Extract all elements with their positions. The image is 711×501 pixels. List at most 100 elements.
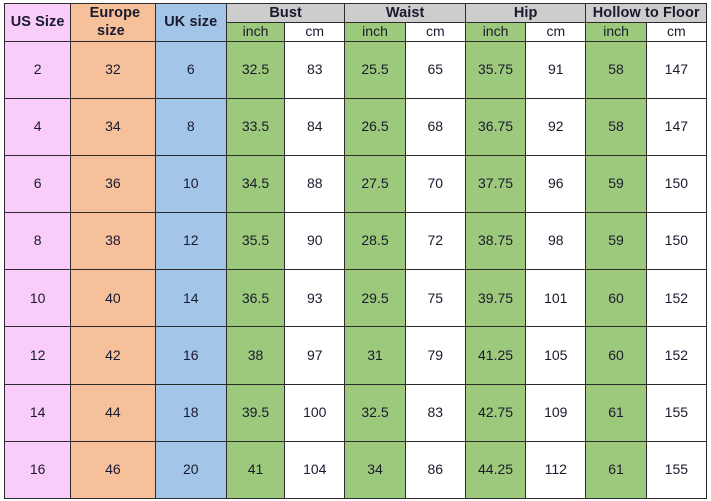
size-chart-container: US Size Europe size UK size Bust Waist H… [0,0,711,501]
column-header-hip: Hip [464,2,587,24]
cell-hollow-inch: 59 [585,154,647,214]
cell-europe-size: 40 [70,269,156,328]
header-label-uk-size: UK size [164,14,218,31]
cell-us-size: 6 [3,154,72,214]
unit-header-hollow-inch: inch [585,22,647,42]
cell-bust-cm: 88 [284,154,346,214]
cell-hip-cm: 91 [525,40,587,99]
size-chart-table: US Size Europe size UK size Bust Waist H… [3,2,708,500]
header-label-waist: Waist [385,5,425,21]
cell-us-size: 16 [3,440,72,500]
table-row: 4 34 8 33.5 84 26.5 68 36.75 92 58 147 [3,97,708,156]
cell-uk-size: 12 [154,212,227,271]
cell-hip-inch: 38.75 [464,212,527,271]
header-label-hollow-to-floor: Hollow to Floor [592,5,700,21]
unit-header-hollow-cm: cm [645,22,708,42]
cell-hip-cm: 109 [525,383,587,442]
cell-waist-cm: 86 [404,440,466,500]
column-header-hollow-to-floor: Hollow to Floor [585,2,707,24]
cell-us-size: 2 [3,40,72,99]
cell-hollow-inch: 58 [585,40,647,99]
cell-waist-inch: 29.5 [344,269,406,328]
cell-us-size: 8 [3,212,72,271]
header-label-bust: Bust [269,5,302,21]
cell-bust-inch: 39.5 [225,383,286,442]
cell-hip-cm: 105 [525,326,587,385]
cell-bust-cm: 104 [284,440,346,500]
cell-hollow-inch: 60 [585,269,647,328]
cell-bust-inch: 32.5 [225,40,286,99]
unit-header-waist-inch: inch [344,22,406,42]
cell-uk-size: 20 [154,440,227,500]
cell-hip-cm: 112 [525,440,587,500]
table-row: 16 46 20 41 104 34 86 44.25 112 61 155 [3,440,708,500]
cell-europe-size: 42 [70,326,156,385]
column-header-us-size: US Size [3,3,72,42]
cell-waist-cm: 75 [404,269,466,328]
cell-waist-cm: 70 [404,154,466,214]
cell-bust-cm: 90 [284,212,346,271]
cell-uk-size: 16 [154,326,227,385]
cell-europe-size: 38 [70,212,156,271]
table-row: 12 42 16 38 97 31 79 41.25 105 60 152 [3,326,708,385]
cell-bust-cm: 93 [284,269,346,328]
cell-waist-inch: 28.5 [344,212,406,271]
cell-hollow-cm: 155 [645,440,708,500]
cell-europe-size: 34 [70,97,156,156]
cell-waist-inch: 31 [344,326,406,385]
cell-us-size: 12 [3,326,72,385]
cell-bust-inch: 41 [225,440,286,500]
cell-waist-inch: 25.5 [344,40,406,99]
cell-bust-inch: 38 [225,326,286,385]
cell-europe-size: 44 [70,383,156,442]
column-header-waist: Waist [344,2,466,24]
cell-hollow-cm: 147 [645,40,708,99]
cell-bust-inch: 35.5 [225,212,286,271]
cell-bust-cm: 97 [284,326,346,385]
cell-hip-inch: 41.25 [464,326,527,385]
unit-header-bust-inch: inch [225,22,286,42]
cell-waist-inch: 27.5 [344,154,406,214]
cell-us-size: 10 [3,269,72,328]
table-row: 2 32 6 32.5 83 25.5 65 35.75 91 58 147 [3,40,708,99]
table-row: 6 36 10 34.5 88 27.5 70 37.75 96 59 150 [3,154,708,214]
cell-hip-inch: 44.25 [464,440,527,500]
cell-uk-size: 8 [154,97,227,156]
cell-hip-cm: 98 [525,212,587,271]
cell-bust-inch: 33.5 [225,97,286,156]
cell-hollow-cm: 152 [645,269,708,328]
header-label-hip: Hip [513,5,538,21]
table-body: 2 32 6 32.5 83 25.5 65 35.75 91 58 147 4 34 8 33.5 84 26… [3,40,708,500]
cell-waist-inch: 26.5 [344,97,406,156]
cell-hip-inch: 36.75 [464,97,527,156]
cell-waist-inch: 32.5 [344,383,406,442]
cell-hip-cm: 92 [525,97,587,156]
cell-hollow-inch: 58 [585,97,647,156]
cell-uk-size: 10 [154,154,227,214]
cell-europe-size: 32 [70,40,156,99]
unit-header-hip-inch: inch [464,22,527,42]
cell-waist-cm: 83 [404,383,466,442]
cell-bust-cm: 100 [284,383,346,442]
cell-us-size: 4 [3,97,72,156]
cell-uk-size: 18 [154,383,227,442]
cell-hip-inch: 35.75 [464,40,527,99]
cell-hollow-inch: 59 [585,212,647,271]
cell-waist-cm: 68 [404,97,466,156]
cell-waist-cm: 65 [404,40,466,99]
cell-hip-cm: 96 [525,154,587,214]
header-label-us-size: US Size [10,14,65,31]
cell-europe-size: 36 [70,154,156,214]
cell-hip-inch: 37.75 [464,154,527,214]
cell-hollow-cm: 147 [645,97,708,156]
column-header-uk-size: UK size [154,3,227,42]
cell-waist-cm: 79 [404,326,466,385]
cell-bust-cm: 84 [284,97,346,156]
cell-hollow-inch: 60 [585,326,647,385]
table-head: US Size Europe size UK size Bust Waist H… [3,2,708,42]
header-group-row: US Size Europe size UK size Bust Waist H… [3,2,707,42]
cell-waist-inch: 34 [344,440,406,500]
header-label-europe-size: Europe size [89,5,141,40]
cell-europe-size: 46 [70,440,156,500]
cell-bust-inch: 34.5 [225,154,286,214]
